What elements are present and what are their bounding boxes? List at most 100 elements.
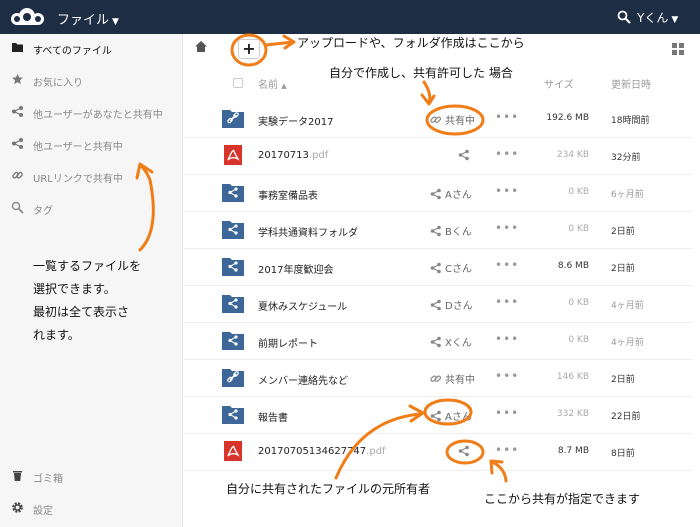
column-header-name[interactable]: 名前 ▲	[258, 76, 287, 91]
share-status[interactable]: 共有中	[430, 112, 475, 127]
file-name[interactable]: 20170705134627747.pdf	[258, 446, 386, 457]
table-row[interactable]: 前期レポート Xくん ••• 0 KB 4ヶ月前	[184, 322, 692, 360]
share-icon[interactable]	[458, 149, 469, 161]
more-actions-icon[interactable]: •••	[495, 369, 519, 383]
table-row[interactable]: 事務室備品表 Aさん ••• 0 KB 6ヶ月前	[184, 174, 692, 212]
home-icon[interactable]	[194, 40, 208, 53]
table-row[interactable]: 実験データ2017 共有中 ••• 192.6 MB 18時間前	[184, 100, 692, 138]
file-name[interactable]: 前期レポート	[258, 335, 318, 350]
more-actions-icon[interactable]: •••	[495, 147, 519, 161]
file-name[interactable]: 20170713.pdf	[258, 150, 328, 161]
more-actions-icon[interactable]: •••	[495, 332, 519, 346]
column-header-modified[interactable]: 更新日時	[611, 76, 651, 91]
share-icon[interactable]	[430, 188, 441, 200]
column-header-size[interactable]: サイズ	[544, 76, 574, 91]
search-icon[interactable]	[617, 10, 631, 24]
caret-down-icon: ▼	[112, 17, 119, 27]
link-folder-icon	[222, 369, 244, 387]
sidebar-item-trash[interactable]: ゴミ箱	[0, 462, 183, 490]
share-label: 共有中	[445, 116, 475, 127]
table-row[interactable]: 2017年度歓迎会 Cさん ••• 8.6 MB 2日前	[184, 248, 692, 286]
cloud-logo-icon[interactable]	[8, 7, 48, 27]
share-icon[interactable]	[430, 410, 441, 422]
shared-folder-icon	[222, 184, 244, 202]
share-label: Dさん	[445, 301, 473, 312]
file-base-name: 2017年度歓迎会	[258, 265, 334, 276]
table-row[interactable]: 報告書 Aさん ••• 332 KB 22日前	[184, 396, 692, 434]
more-actions-icon[interactable]: •••	[495, 406, 519, 420]
more-actions-icon[interactable]: •••	[495, 295, 519, 309]
star-icon	[12, 74, 23, 84]
share-status[interactable]	[458, 149, 473, 162]
file-name[interactable]: 事務室備品表	[258, 187, 318, 202]
sort-asc-icon: ▲	[281, 82, 287, 90]
link-icon	[12, 171, 23, 179]
sidebar-item-settings[interactable]: 設定	[0, 494, 183, 522]
file-base-name: 前期レポート	[258, 339, 318, 350]
table-row[interactable]: 20170705134627747.pdf ••• 8.7 MB 8日前	[184, 433, 692, 471]
file-modified: 8日前	[611, 449, 635, 459]
file-modified: 18時間前	[611, 116, 650, 126]
share-label: Bくん	[445, 227, 472, 238]
trash-icon	[13, 471, 22, 481]
file-name[interactable]: 実験データ2017	[258, 113, 333, 128]
table-row[interactable]: 夏休みスケジュール Dさん ••• 0 KB 4ヶ月前	[184, 285, 692, 323]
sidebar-item-favorites[interactable]: お気に入り	[0, 66, 183, 94]
share-status[interactable]: Dさん	[430, 297, 473, 312]
app-menu[interactable]: ファイル ▼	[57, 9, 119, 28]
share-label: 共有中	[445, 375, 475, 386]
file-base-name: 20170705134627747	[258, 446, 367, 457]
shared-folder-icon	[222, 295, 244, 313]
file-size: 234 KB	[556, 150, 589, 160]
sidebar-item-label: 設定	[33, 506, 53, 517]
file-base-name: 20170713	[258, 150, 309, 161]
link-icon[interactable]	[430, 373, 442, 385]
file-name[interactable]: 報告書	[258, 409, 288, 424]
more-actions-icon[interactable]: •••	[495, 184, 519, 198]
select-all-checkbox[interactable]	[233, 78, 243, 88]
top-header: ファイル ▼ Yくん ▼	[0, 0, 700, 34]
share-icon[interactable]	[458, 445, 469, 457]
table-row[interactable]: 学科共通資料フォルダ Bくん ••• 0 KB 2日前	[184, 211, 692, 249]
table-row[interactable]: 20170713.pdf ••• 234 KB 32分前	[184, 137, 692, 175]
file-name[interactable]: 2017年度歓迎会	[258, 261, 333, 276]
file-base-name: 報告書	[258, 413, 288, 424]
share-status[interactable]: 共有中	[430, 371, 475, 386]
file-list-area: + 名前 ▲ サイズ 更新日時 実験データ2017 共有中 ••• 192.6 MB 1…	[184, 34, 700, 527]
more-actions-icon[interactable]: •••	[495, 258, 519, 272]
share-status[interactable]: Bくん	[430, 223, 472, 238]
annotation-shared-note: 自分で作成し、共有許可した 場合	[329, 66, 513, 80]
file-base-name: 実験データ2017	[258, 117, 334, 128]
file-name[interactable]: メンバー連絡先など	[258, 372, 348, 387]
more-actions-icon[interactable]: •••	[495, 221, 519, 235]
sidebar-item-shared-with-you[interactable]: 他ユーザーがあなたと共有中	[0, 98, 183, 126]
sidebar-item-all-files[interactable]: すべてのファイル	[0, 34, 183, 62]
file-size: 0 KB	[568, 187, 589, 197]
more-actions-icon[interactable]: •••	[495, 443, 519, 457]
sidebar-item-tags[interactable]: タグ	[0, 194, 183, 222]
share-icon[interactable]	[430, 225, 441, 237]
annotation-select-note: 一覧するファイルを 選択できます。 最初は全て表示さ れます。	[33, 255, 141, 347]
share-icon[interactable]	[430, 336, 441, 348]
file-name[interactable]: 学科共通資料フォルダ	[258, 224, 358, 239]
share-icon[interactable]	[430, 299, 441, 311]
share-status[interactable]	[458, 445, 473, 458]
sidebar-item-shared-by-link[interactable]: URLリンクで共有中	[0, 162, 183, 190]
sidebar-item-shared-with-others[interactable]: 他ユーザーと共有中	[0, 130, 183, 158]
link-icon[interactable]	[430, 114, 442, 126]
file-modified: 32分前	[611, 153, 641, 163]
file-name[interactable]: 夏休みスケジュール	[258, 298, 347, 313]
user-menu[interactable]: Yくん ▼	[637, 9, 678, 26]
table-row[interactable]: メンバー連絡先など 共有中 ••• 146 KB 2日前	[184, 359, 692, 397]
share-status[interactable]: Cさん	[430, 260, 472, 275]
more-actions-icon[interactable]: •••	[495, 110, 519, 124]
share-status[interactable]: Aさん	[430, 186, 472, 201]
share-status[interactable]: Xくん	[430, 334, 472, 349]
share-icon[interactable]	[430, 262, 441, 274]
file-modified: 2日前	[611, 227, 635, 237]
share-status[interactable]: Aさん	[430, 408, 472, 423]
grid-view-icon[interactable]	[672, 43, 684, 55]
add-new-button[interactable]: +	[238, 39, 260, 59]
file-size: 0 KB	[568, 335, 589, 345]
column-header-label: 名前	[258, 80, 278, 91]
